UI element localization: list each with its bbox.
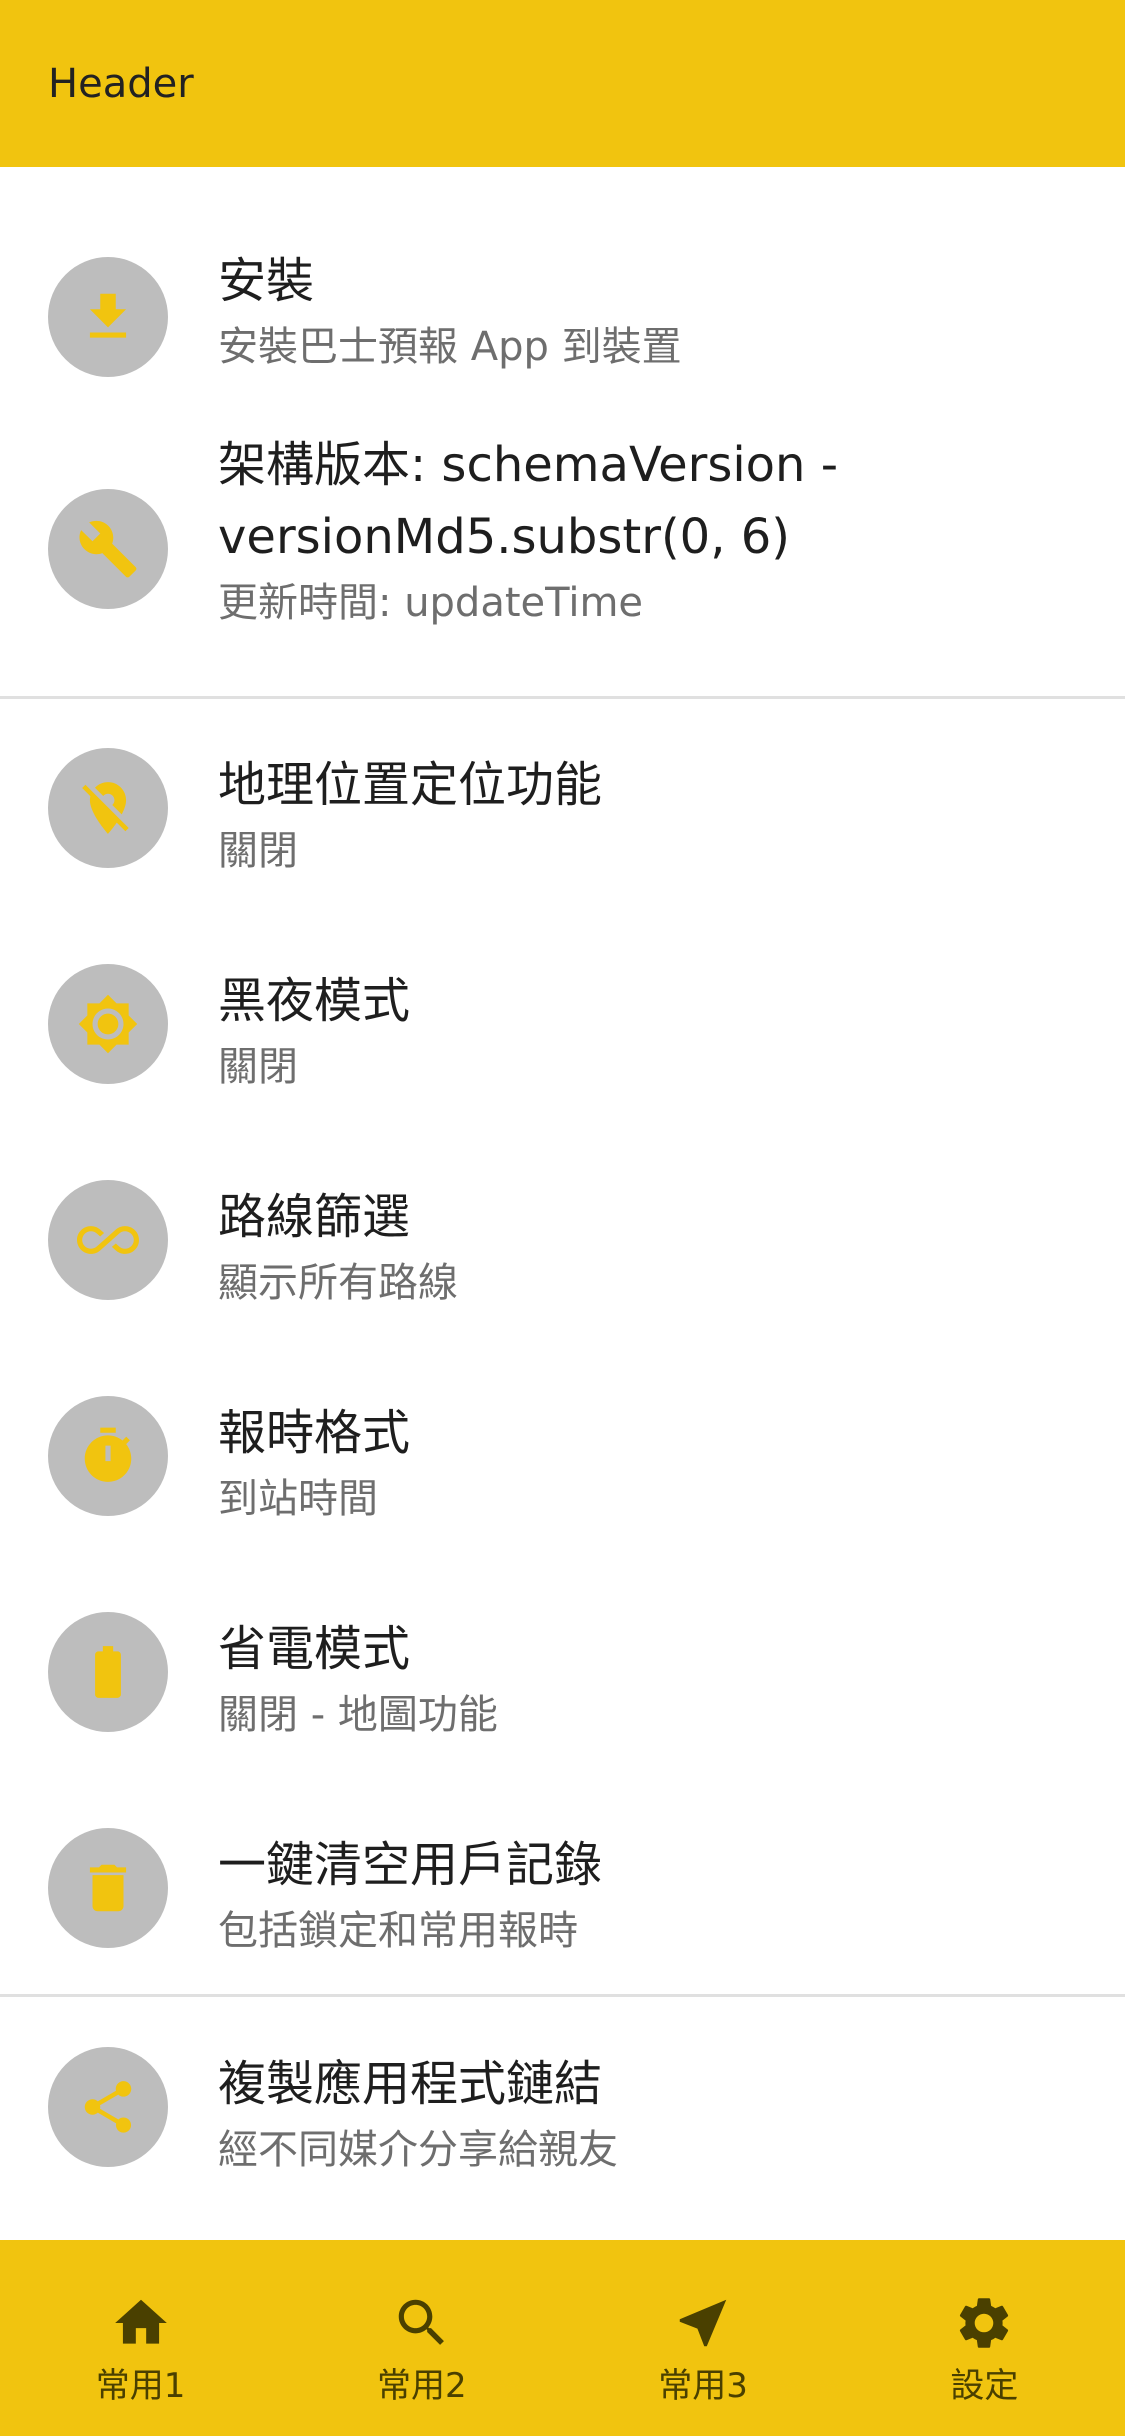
settings-item-subtitle: 到站時間 bbox=[218, 1476, 378, 1522]
nav-item-favorite-2[interactable]: 常用2 bbox=[281, 2240, 562, 2436]
nav-label: 設定 bbox=[950, 2366, 1019, 2406]
nav-item-favorite-1[interactable]: 常用1 bbox=[0, 2240, 281, 2436]
section-divider bbox=[0, 1994, 1125, 1997]
trash-icon bbox=[48, 1828, 168, 1948]
settings-item-title: 複製應用程式鏈結 bbox=[218, 2056, 603, 2112]
location-off-icon bbox=[48, 748, 168, 868]
settings-item-title: 安裝 bbox=[218, 253, 315, 309]
settings-item-subtitle: 更新時間: updateTime bbox=[218, 580, 644, 626]
settings-item-title: 報時格式 bbox=[218, 1405, 411, 1461]
settings-item-subtitle: 經不同媒介分享給親友 bbox=[218, 2127, 618, 2173]
settings-item-title: 地理位置定位功能 bbox=[218, 757, 603, 813]
settings-item-subtitle: 關閉 - 地圖功能 bbox=[218, 1692, 498, 1738]
settings-item-schema-version[interactable]: 架構版本: schemaVersion - versionMd5.substr(… bbox=[0, 429, 1125, 699]
wrench-icon bbox=[48, 489, 168, 609]
settings-item-title: 架構版本: schemaVersion - versionMd5.substr(… bbox=[218, 437, 839, 565]
settings-item-title: 路線篩選 bbox=[218, 1189, 411, 1245]
settings-item-subtitle: 關閉 bbox=[218, 828, 298, 874]
nav-label: 常用1 bbox=[95, 2366, 186, 2406]
brightness-icon bbox=[48, 964, 168, 1084]
settings-item-install[interactable]: 安裝 安裝巴士預報 App 到裝置 bbox=[0, 227, 1125, 407]
nav-label: 常用3 bbox=[658, 2366, 748, 2406]
nav-item-favorite-3[interactable]: 常用3 bbox=[563, 2240, 844, 2436]
infinity-icon bbox=[48, 1180, 168, 1300]
settings-item-title: 省電模式 bbox=[218, 1621, 411, 1677]
settings-item-time-format[interactable]: 報時格式 到站時間 bbox=[0, 1373, 1125, 1553]
settings-item-subtitle: 包括鎖定和常用報時 bbox=[218, 1908, 578, 1954]
navigation-icon bbox=[679, 2299, 727, 2347]
settings-item-share-link[interactable]: 複製應用程式鏈結 經不同媒介分享給親友 bbox=[0, 2024, 1125, 2204]
nav-label: 常用2 bbox=[377, 2366, 467, 2406]
settings-item-route-filter[interactable]: 路線篩選 顯示所有路線 bbox=[0, 1157, 1125, 1337]
settings-item-subtitle: 關閉 bbox=[218, 1044, 298, 1090]
bottom-navigation: 常用1 常用2 常用3 設定 bbox=[0, 2240, 1125, 2436]
download-icon bbox=[48, 257, 168, 377]
settings-list: 安裝 安裝巴士預報 App 到裝置 架構版本: schemaVersion - … bbox=[0, 167, 1125, 2240]
share-icon bbox=[48, 2047, 168, 2167]
header-title: Header bbox=[48, 60, 194, 107]
app-header: Header bbox=[0, 0, 1125, 167]
section-divider bbox=[0, 696, 1125, 699]
settings-item-title: 一鍵清空用戶記錄 bbox=[218, 1837, 603, 1893]
settings-item-power-saving[interactable]: 省電模式 關閉 - 地圖功能 bbox=[0, 1589, 1125, 1769]
search-icon bbox=[398, 2299, 444, 2345]
settings-item-dark-mode[interactable]: 黑夜模式 關閉 bbox=[0, 941, 1125, 1121]
nav-item-settings[interactable]: 設定 bbox=[844, 2240, 1125, 2436]
timer-icon bbox=[48, 1396, 168, 1516]
settings-item-subtitle: 安裝巴士預報 App 到裝置 bbox=[218, 324, 682, 370]
battery-icon bbox=[48, 1612, 168, 1732]
gear-icon bbox=[960, 2298, 1009, 2348]
settings-item-geolocation[interactable]: 地理位置定位功能 關閉 bbox=[0, 725, 1125, 905]
settings-item-subtitle: 顯示所有路線 bbox=[218, 1260, 458, 1306]
home-icon bbox=[114, 2299, 167, 2344]
settings-item-title: 黑夜模式 bbox=[218, 973, 411, 1029]
settings-item-clear-records[interactable]: 一鍵清空用戶記錄 包括鎖定和常用報時 bbox=[0, 1805, 1125, 1985]
